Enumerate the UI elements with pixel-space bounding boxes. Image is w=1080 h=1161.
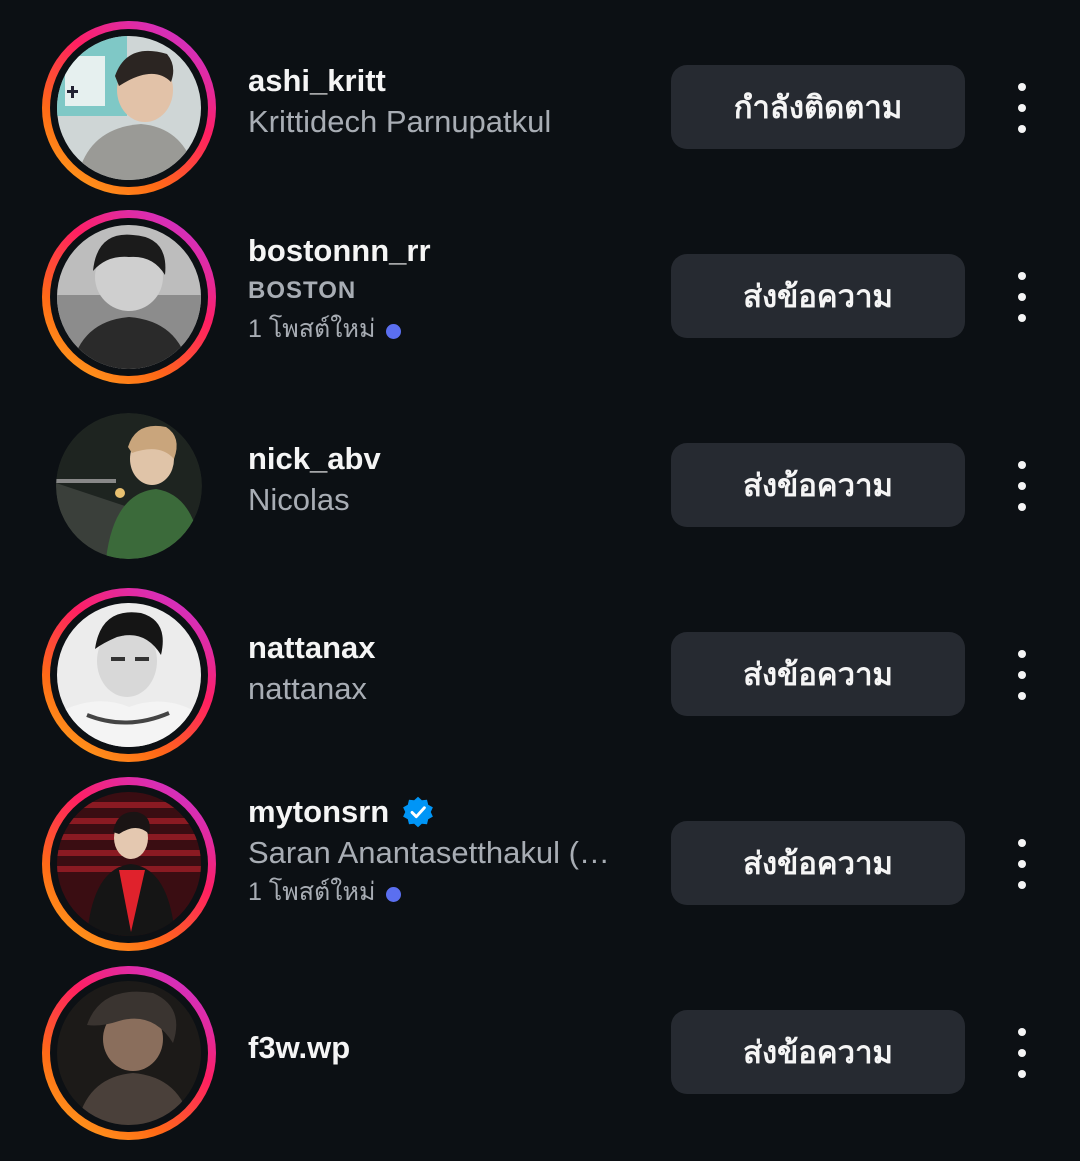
profile-photo-image — [56, 413, 202, 559]
message-button[interactable]: ส่งข้อความ — [671, 1010, 965, 1094]
new-post-text: 1 โพสต์ใหม่ — [248, 315, 376, 343]
following-button[interactable]: กำลังติดตาม — [671, 65, 965, 149]
profile-photo-image — [57, 603, 201, 747]
message-button[interactable]: ส่งข้อความ — [671, 632, 965, 716]
verified-badge-icon — [403, 796, 434, 828]
account-texts: nick_abv Nicolas — [248, 439, 643, 521]
profile-photo — [57, 981, 201, 1125]
username[interactable]: mytonsrn — [248, 792, 643, 832]
account-texts: nattanax nattanax — [248, 628, 643, 710]
account-texts: bostonnn_rr BOSTON 1 โพสต์ใหม่ — [248, 231, 643, 347]
username-text[interactable]: f3w.wp — [248, 1028, 350, 1068]
profile-photo-image — [57, 225, 201, 369]
username[interactable]: bostonnn_rr — [248, 231, 643, 271]
username[interactable]: ashi_kritt — [248, 61, 643, 101]
profile-photo — [57, 36, 201, 180]
account-row[interactable]: f3w.wp ส่งข้อความ — [0, 958, 1080, 1147]
full-name: BOSTON — [248, 277, 357, 304]
message-button[interactable]: ส่งข้อความ — [671, 443, 965, 527]
account-row[interactable]: bostonnn_rr BOSTON 1 โพสต์ใหม่ ส่งข้อควา… — [0, 202, 1080, 391]
story-ring[interactable] — [42, 966, 216, 1140]
account-row[interactable]: ashi_kritt Krittidech Parnupatkul กำลังต… — [0, 13, 1080, 202]
full-name: Saran Anantasetthakul (… — [248, 835, 610, 870]
more-options-icon[interactable] — [1004, 83, 1040, 133]
more-options-icon[interactable] — [1004, 650, 1040, 700]
story-ring[interactable] — [42, 588, 216, 762]
username-text[interactable]: bostonnn_rr — [248, 231, 431, 271]
username[interactable]: nattanax — [248, 628, 643, 668]
more-options-icon[interactable] — [1004, 839, 1040, 889]
story-ring[interactable] — [42, 777, 216, 951]
full-name: Nicolas — [248, 482, 350, 517]
profile-photo-image — [57, 981, 201, 1125]
account-texts: f3w.wp — [248, 1028, 643, 1068]
message-button[interactable]: ส่งข้อความ — [671, 821, 965, 905]
more-options-icon[interactable] — [1004, 461, 1040, 511]
avatar — [50, 785, 208, 943]
username-text[interactable]: nick_abv — [248, 439, 381, 479]
story-ring[interactable] — [42, 21, 216, 195]
profile-photo — [57, 603, 201, 747]
avatar — [56, 413, 202, 559]
account-texts: ashi_kritt Krittidech Parnupatkul — [248, 61, 643, 143]
new-post-text: 1 โพสต์ใหม่ — [248, 878, 376, 906]
profile-photo — [57, 792, 201, 936]
more-options-icon[interactable] — [1004, 1028, 1040, 1078]
profile-photo-image — [57, 792, 201, 936]
suggested-accounts-list: ashi_kritt Krittidech Parnupatkul กำลังต… — [0, 0, 1080, 1161]
username-text[interactable]: nattanax — [248, 628, 375, 668]
profile-photo — [56, 413, 202, 559]
new-post-indicator: 1 โพสต์ใหม่ — [248, 874, 643, 910]
username[interactable]: nick_abv — [248, 439, 643, 479]
avatar — [50, 29, 208, 187]
profile-photo-image — [57, 36, 201, 180]
new-post-indicator: 1 โพสต์ใหม่ — [248, 311, 643, 347]
account-row[interactable]: nick_abv Nicolas ส่งข้อความ — [0, 391, 1080, 580]
message-button[interactable]: ส่งข้อความ — [671, 254, 965, 338]
username-text[interactable]: mytonsrn — [248, 792, 389, 832]
avatar — [50, 974, 208, 1132]
account-texts: mytonsrn Saran Anantasetthakul (… 1 โพสต… — [248, 792, 643, 910]
account-row[interactable]: mytonsrn Saran Anantasetthakul (… 1 โพสต… — [0, 769, 1080, 958]
story-ring[interactable] — [42, 210, 216, 384]
new-post-dot-icon — [386, 886, 402, 902]
full-name: Krittidech Parnupatkul — [248, 104, 552, 139]
new-post-dot-icon — [386, 323, 402, 339]
account-row[interactable]: nattanax nattanax ส่งข้อความ — [0, 580, 1080, 769]
more-options-icon[interactable] — [1004, 272, 1040, 322]
avatar — [50, 596, 208, 754]
avatar — [50, 218, 208, 376]
username[interactable]: f3w.wp — [248, 1028, 643, 1068]
username-text[interactable]: ashi_kritt — [248, 61, 386, 101]
avatar-container[interactable] — [42, 399, 216, 573]
full-name: nattanax — [248, 671, 367, 706]
profile-photo — [57, 225, 201, 369]
